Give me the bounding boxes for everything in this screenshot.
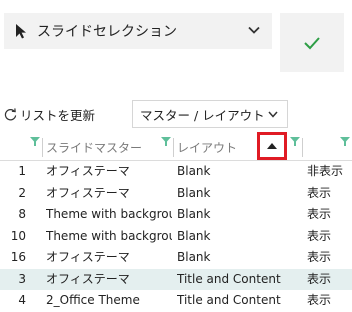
table-row[interactable]: 1 オフィステーマ Blank 非表示 <box>0 161 352 183</box>
chevron-down-icon <box>268 111 278 118</box>
row-layout: Blank <box>177 164 211 178</box>
chevron-down-icon <box>248 26 260 34</box>
row-visibility[interactable]: 表示 <box>307 226 352 248</box>
row-visibility[interactable]: 表示 <box>307 183 352 205</box>
view-mode-value: マスター / レイアウト <box>140 107 265 123</box>
filter-icon[interactable] <box>30 137 40 146</box>
table-row[interactable]: 16 オフィステーマ Blank 表示 <box>0 247 352 269</box>
column-header-layout[interactable]: レイアウト <box>177 134 237 160</box>
row-number: 4 <box>18 293 26 307</box>
row-number: 2 <box>18 185 26 200</box>
checkmark-icon <box>304 36 320 49</box>
confirm-button[interactable] <box>280 13 344 72</box>
sort-up-icon <box>267 143 277 149</box>
row-master: Theme with backgrou... <box>46 228 172 243</box>
row-number: 16 <box>10 250 26 264</box>
filter-icon[interactable] <box>161 137 171 146</box>
refresh-icon <box>4 107 17 120</box>
row-master: オフィステーマ <box>46 271 130 286</box>
table-row[interactable]: 10 Theme with backgrou... Blank 表示 <box>0 226 352 248</box>
row-visibility[interactable]: 表示 <box>307 204 352 226</box>
sort-ascending-button[interactable] <box>257 132 287 160</box>
row-visibility[interactable]: 非表示 <box>307 161 352 183</box>
row-master: Theme with backgrou... <box>46 207 172 221</box>
slide-selection-dropdown[interactable]: スライドセレクション <box>4 13 272 49</box>
row-number: 3 <box>18 271 26 286</box>
slide-selection-label: スライドセレクション <box>37 24 177 40</box>
row-layout: Blank <box>177 228 211 243</box>
view-mode-select[interactable]: マスター / レイアウト <box>132 100 288 128</box>
filter-icon[interactable] <box>290 137 300 146</box>
row-layout: Title and Content <box>177 293 281 307</box>
row-master: オフィステーマ <box>46 250 130 264</box>
row-layout: Blank <box>177 207 211 221</box>
row-visibility[interactable]: 表示 <box>307 247 352 269</box>
row-visibility[interactable]: 表示 <box>307 290 352 312</box>
row-master: オフィステーマ <box>46 164 130 178</box>
row-number: 8 <box>18 207 26 221</box>
table-row[interactable]: 2 オフィステーマ Blank 表示 <box>0 183 352 205</box>
column-header-master[interactable]: スライドマスター <box>46 134 142 160</box>
table-body: 1 オフィステーマ Blank 非表示 2 オフィステーマ Blank 表示 8… <box>0 161 352 312</box>
table-row[interactable]: 8 Theme with backgrou... Blank 表示 <box>0 204 352 226</box>
cursor-icon <box>16 24 26 39</box>
refresh-label: リストを更新 <box>20 107 96 123</box>
row-number: 10 <box>10 228 26 243</box>
row-layout: Blank <box>177 250 211 264</box>
table-header: スライドマスター レイアウト <box>0 132 352 161</box>
slide-layout-table: スライドマスター レイアウト 1 オフィステーマ Blank 非表示 2 オフィ… <box>0 132 352 312</box>
refresh-list-button[interactable]: リストを更新 <box>4 100 120 128</box>
row-layout: Blank <box>177 185 211 200</box>
row-master: 2_Office Theme <box>46 293 140 307</box>
row-number: 1 <box>18 164 26 178</box>
filter-icon[interactable] <box>340 137 350 146</box>
row-master: オフィステーマ <box>46 185 130 200</box>
table-row-selected[interactable]: 3 オフィステーマ Title and Content 表示 <box>0 268 352 291</box>
row-layout: Title and Content <box>177 271 281 286</box>
row-visibility[interactable]: 表示 <box>307 269 352 291</box>
table-row[interactable]: 4 2_Office Theme Title and Content 表示 <box>0 290 352 312</box>
